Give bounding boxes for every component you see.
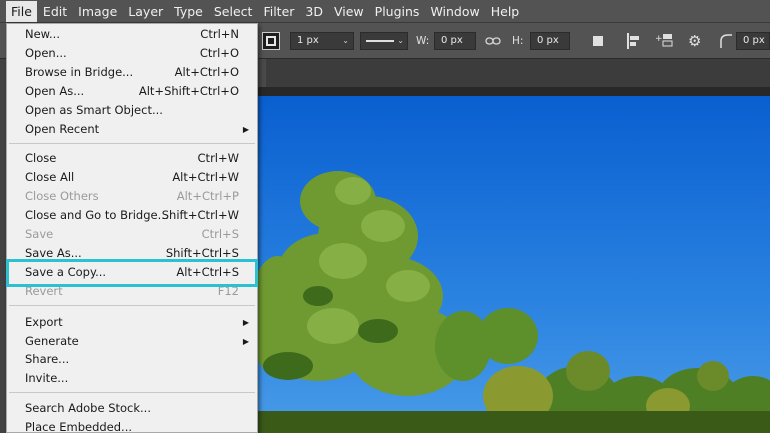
menu-layer[interactable]: Layer xyxy=(123,1,168,22)
file-menu-dropdown: New... Ctrl+N Open... Ctrl+O Browse in Bri… xyxy=(6,23,258,433)
stroke-width-value: 1 px xyxy=(297,35,319,46)
menu-type[interactable]: Type xyxy=(169,1,208,22)
corner-radius-icon xyxy=(718,32,734,50)
menu-item-open[interactable]: Open... Ctrl+O xyxy=(7,44,257,63)
chevron-down-icon: ⌄ xyxy=(342,36,349,45)
save-a-copy-highlight xyxy=(6,259,258,287)
menu-item-close-and-go-to-bridge[interactable]: Close and Go to Bridge... Shift+Ctrl+W xyxy=(7,206,257,225)
svg-text:+: + xyxy=(655,34,663,44)
width-field[interactable]: 0 px xyxy=(434,32,476,50)
menu-3d[interactable]: 3D xyxy=(300,1,328,22)
menu-view[interactable]: View xyxy=(329,1,369,22)
menu-item-generate[interactable]: Generate ▶ xyxy=(7,332,257,351)
menu-select[interactable]: Select xyxy=(209,1,258,22)
menu-filter[interactable]: Filter xyxy=(258,1,299,22)
menu-item-export[interactable]: Export ▶ xyxy=(7,313,257,332)
link-icon[interactable] xyxy=(485,32,501,50)
menu-item-invite[interactable]: Invite... xyxy=(7,369,257,388)
submenu-arrow-icon: ▶ xyxy=(242,337,249,346)
menu-item-save[interactable]: Save Ctrl+S xyxy=(7,225,257,244)
corner-radius-field[interactable]: 0 px xyxy=(736,32,770,50)
photoshop-window: File Edit Image Layer Type Select Filter… xyxy=(0,0,770,433)
menu-bar: File Edit Image Layer Type Select Filter… xyxy=(0,0,770,23)
document-tab[interactable] xyxy=(258,59,266,87)
menu-item-place-embedded[interactable]: Place Embedded... xyxy=(7,418,257,433)
width-label: W: xyxy=(416,35,430,47)
menu-separator xyxy=(9,143,255,144)
menu-item-share[interactable]: Share... xyxy=(7,350,257,369)
line-style-icon xyxy=(366,40,394,42)
menu-item-open-as[interactable]: Open As... Alt+Shift+Ctrl+O xyxy=(7,82,257,101)
landscape-photo xyxy=(258,96,770,433)
menu-separator xyxy=(9,305,255,306)
stroke-color-swatch[interactable] xyxy=(262,32,280,50)
menu-plugins[interactable]: Plugins xyxy=(370,1,425,22)
stroke-type-dropdown[interactable]: ⌄ xyxy=(360,32,408,50)
path-alignment-icon[interactable] xyxy=(624,32,642,50)
menu-image[interactable]: Image xyxy=(73,1,122,22)
menu-item-close[interactable]: Close Ctrl+W xyxy=(7,149,257,168)
menu-item-open-recent[interactable]: Open Recent ▶ xyxy=(7,120,257,139)
menu-separator xyxy=(9,392,255,393)
menu-item-close-all[interactable]: Close All Alt+Ctrl+W xyxy=(7,168,257,187)
menu-file[interactable]: File xyxy=(6,0,37,22)
menu-help[interactable]: Help xyxy=(486,1,525,22)
stroke-width-field[interactable]: 1 px ⌄ xyxy=(290,32,354,50)
submenu-arrow-icon: ▶ xyxy=(242,318,249,327)
menu-item-new[interactable]: New... Ctrl+N xyxy=(7,25,257,44)
menu-item-close-others[interactable]: Close Others Alt+Ctrl+P xyxy=(7,187,257,206)
gear-icon[interactable]: ⚙ xyxy=(688,32,710,50)
menu-window[interactable]: Window xyxy=(425,1,484,22)
menu-item-search-adobe-stock[interactable]: Search Adobe Stock... xyxy=(7,399,257,418)
menu-item-browse-in-bridge[interactable]: Browse in Bridge... Alt+Ctrl+O xyxy=(7,63,257,82)
menu-item-open-as-smart-object[interactable]: Open as Smart Object... xyxy=(7,101,257,120)
height-label: H: xyxy=(512,35,524,47)
path-operations-icon[interactable] xyxy=(590,32,608,50)
photo-canvas[interactable] xyxy=(258,96,770,433)
menu-edit[interactable]: Edit xyxy=(38,1,72,22)
chevron-down-icon: ⌄ xyxy=(397,36,404,45)
path-arrangement-icon[interactable]: + xyxy=(654,32,676,50)
submenu-arrow-icon: ▶ xyxy=(242,125,249,134)
height-field[interactable]: 0 px xyxy=(530,32,570,50)
